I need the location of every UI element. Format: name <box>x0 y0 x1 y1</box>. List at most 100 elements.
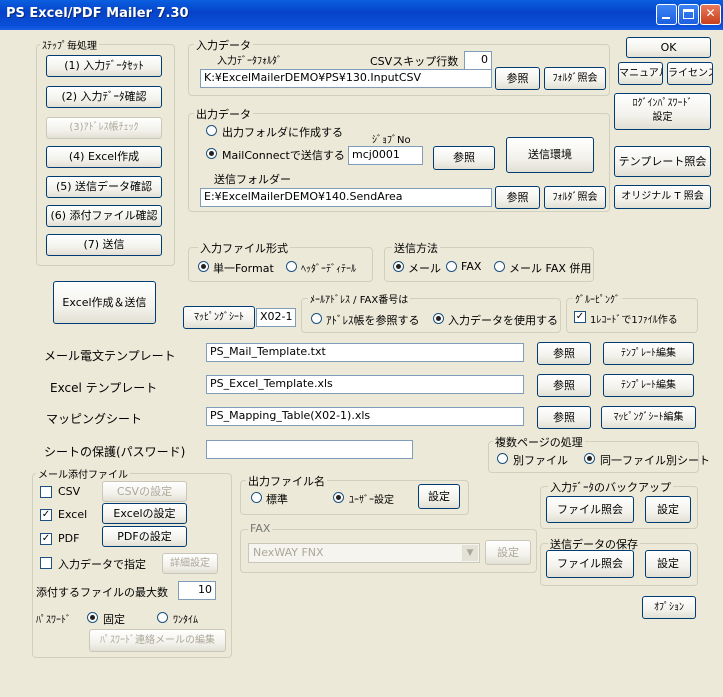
opt-fixed-radio[interactable] <box>87 612 98 623</box>
opt-single-format-radio[interactable] <box>198 261 209 272</box>
opt-address-book-radio[interactable] <box>311 313 322 324</box>
password-label: ﾊﾟｽﾜｰﾄﾞ <box>36 615 71 626</box>
opt-input-data-radio[interactable] <box>433 313 444 324</box>
multipage-title: 複数ページの処理 <box>493 434 585 450</box>
password-mail-edit-button[interactable]: ﾊﾟｽﾜｰﾄﾞ連絡メールの編集 <box>89 629 226 652</box>
send-folder-label: 送信フォルダー <box>214 173 291 186</box>
step-7-button[interactable]: (7) 送信 <box>46 234 162 256</box>
opt-mail-fax-radio[interactable] <box>494 261 505 272</box>
csv-checkbox[interactable] <box>40 486 52 498</box>
chevron-down-icon: ▼ <box>462 545 478 561</box>
template-view-button[interactable]: テンプレート照会 <box>614 146 711 177</box>
send-folder-view-button[interactable]: ﾌｫﾙﾀﾞ照会 <box>544 186 606 209</box>
pdf-setting-button[interactable]: PDFの設定 <box>102 526 187 547</box>
job-browse-button[interactable]: 参照 <box>433 146 495 170</box>
fax-setting-button[interactable]: 設定 <box>485 540 531 565</box>
excel-checkbox[interactable]: ✓ <box>40 509 52 521</box>
sheet-protect-label: シートの保護(パスワード) <box>44 445 186 459</box>
opt-mail-fax-label: メール FAX 併用 <box>509 262 592 275</box>
csv-setting-button[interactable]: CSVの設定 <box>102 481 187 502</box>
opt-header-detail-radio[interactable] <box>286 261 297 272</box>
mapping-sheet-edit-button[interactable]: ﾏｯﾋﾟﾝｸﾞｼｰﾄ編集 <box>601 406 696 429</box>
step-6-button[interactable]: (6) 添付ファイル確認 <box>46 205 162 227</box>
step-2-button[interactable]: (2) 入力ﾃﾞｰﾀ確認 <box>46 86 162 108</box>
close-button[interactable]: ✕ <box>700 4 721 25</box>
excel-template-edit-button[interactable]: ﾃﾝﾌﾟﾚｰﾄ編集 <box>603 374 694 397</box>
step-4-button[interactable]: (4) Excel作成 <box>46 146 162 168</box>
max-attach-input[interactable]: 10 <box>178 581 216 600</box>
excel-template-browse-button[interactable]: 参照 <box>537 374 591 397</box>
opt-same-file-radio[interactable] <box>584 453 595 464</box>
minimize-icon <box>662 17 670 19</box>
ok-button[interactable]: OK <box>626 37 711 58</box>
input-folder-view-button[interactable]: ﾌｫﾙﾀﾞ照会 <box>544 67 606 90</box>
opt-output-folder-radio[interactable] <box>206 125 217 136</box>
mail-template-input[interactable]: PS_Mail_Template.txt <box>206 343 524 362</box>
excel-label: Excel <box>58 508 88 521</box>
max-attach-label: 添付するファイルの最大数 <box>36 586 168 599</box>
mapping-template-browse-button[interactable]: 参照 <box>537 406 591 429</box>
send-env-button[interactable]: 送信環境 <box>506 137 594 173</box>
step-1-button[interactable]: (1) 入力ﾃﾞｰﾀｾｯﾄ <box>46 55 162 77</box>
mapping-template-input[interactable]: PS_Mapping_Table(X02-1).xls <box>206 407 524 426</box>
output-name-setting-button[interactable]: 設定 <box>418 484 460 509</box>
opt-output-folder-label: 出力フォルダに作成する <box>222 126 343 139</box>
opt-onetime-radio[interactable] <box>157 612 168 623</box>
fax-select[interactable]: NexWAY FNX ▼ <box>248 543 480 563</box>
input-folder-path[interactable]: K:¥ExcelMailerDEMO¥PS¥130.InputCSV <box>200 69 492 88</box>
job-no-input[interactable]: mcj0001 <box>348 146 423 165</box>
grouping-checkbox[interactable]: ✓ <box>574 311 586 323</box>
mail-template-browse-button[interactable]: 参照 <box>537 342 591 365</box>
mapping-sheet-button[interactable]: ﾏｯﾋﾟﾝｸﾞｼｰﾄ <box>183 306 255 329</box>
save-setting-button[interactable]: 設定 <box>645 550 691 578</box>
opt-mail-radio[interactable] <box>393 261 404 272</box>
input-browse-button[interactable]: 参照 <box>495 67 540 90</box>
attach-title: メール添付ファイル <box>36 466 130 481</box>
backup-file-view-button[interactable]: ファイル照会 <box>546 496 634 523</box>
license-button[interactable]: ライセンス <box>667 62 713 85</box>
input-format-title: 入力ファイル形式 <box>198 240 290 256</box>
excel-template-input[interactable]: PS_Excel_Template.xls <box>206 375 524 394</box>
csv-skip-input[interactable]: 0 <box>464 51 492 70</box>
mapping-sheet-value[interactable]: X02-1 <box>256 308 296 327</box>
opt-mailconnect-radio[interactable] <box>206 148 217 159</box>
send-method-title: 送信方法 <box>392 240 440 256</box>
option-button[interactable]: ｵﾌﾟｼｮﾝ <box>642 596 696 619</box>
opt-mail-label: メール <box>408 262 441 275</box>
opt-address-book-label: ｱﾄﾞﾚｽ帳を参照する <box>326 314 420 327</box>
backup-setting-button[interactable]: 設定 <box>645 496 691 523</box>
input-data-title: 入力データ <box>194 37 253 53</box>
maximize-button[interactable] <box>678 4 699 25</box>
excel-setting-button[interactable]: Excelの設定 <box>102 503 187 524</box>
send-folder-path[interactable]: E:¥ExcelMailerDEMO¥140.SendArea <box>200 188 492 207</box>
mail-template-edit-button[interactable]: ﾃﾝﾌﾟﾚｰﾄ編集 <box>603 342 694 365</box>
opt-separate-file-label: 別ファイル <box>513 454 568 467</box>
detail-setting-button[interactable]: 詳細設定 <box>162 553 218 574</box>
login-password-line2: 設定 <box>652 112 673 123</box>
opt-standard-radio[interactable] <box>251 492 262 503</box>
opt-user-setting-label: ﾕｰｻﾞｰ設定 <box>349 495 394 506</box>
step-5-button[interactable]: (5) 送信データ確認 <box>46 176 162 198</box>
opt-user-setting-radio[interactable] <box>333 492 344 503</box>
input-specify-checkbox[interactable] <box>40 557 52 569</box>
opt-separate-file-radio[interactable] <box>497 453 508 464</box>
backup-title: 入力ﾃﾞｰﾀのバックアップ <box>548 479 673 495</box>
address-title: ﾒｰﾙｱﾄﾞﾚｽ / FAX番号は <box>308 291 411 306</box>
input-folder-label: 入力ﾃﾞｰﾀﾌｫﾙﾀﾞ <box>217 56 282 67</box>
manual-button[interactable]: マニュアル <box>618 62 663 85</box>
excel-create-send-button[interactable]: Excel作成＆送信 <box>53 281 156 324</box>
output-data-title: 出力データ <box>194 106 253 122</box>
save-file-view-button[interactable]: ファイル照会 <box>546 550 634 578</box>
send-browse-button[interactable]: 参照 <box>495 186 540 209</box>
original-template-view-button[interactable]: オリジナル T 照会 <box>614 185 711 209</box>
step-3-button[interactable]: (3)ｱﾄﾞﾚｽ帳ﾁｪｯｸ <box>46 117 162 139</box>
title-bar: PS Excel/PDF Mailer 7.30 ✕ <box>0 0 723 30</box>
sheet-protect-input[interactable] <box>206 440 413 459</box>
fax-select-value: NexWAY FNX <box>253 546 324 559</box>
minimize-button[interactable] <box>656 4 677 25</box>
opt-fax-radio[interactable] <box>446 261 457 272</box>
pdf-checkbox[interactable]: ✓ <box>40 533 52 545</box>
login-password-button[interactable]: ﾛｸﾞｲﾝﾊﾟｽﾜｰﾄﾞ 設定 <box>614 93 711 130</box>
opt-fixed-label: 固定 <box>103 613 125 626</box>
fax-title: FAX <box>248 522 273 535</box>
